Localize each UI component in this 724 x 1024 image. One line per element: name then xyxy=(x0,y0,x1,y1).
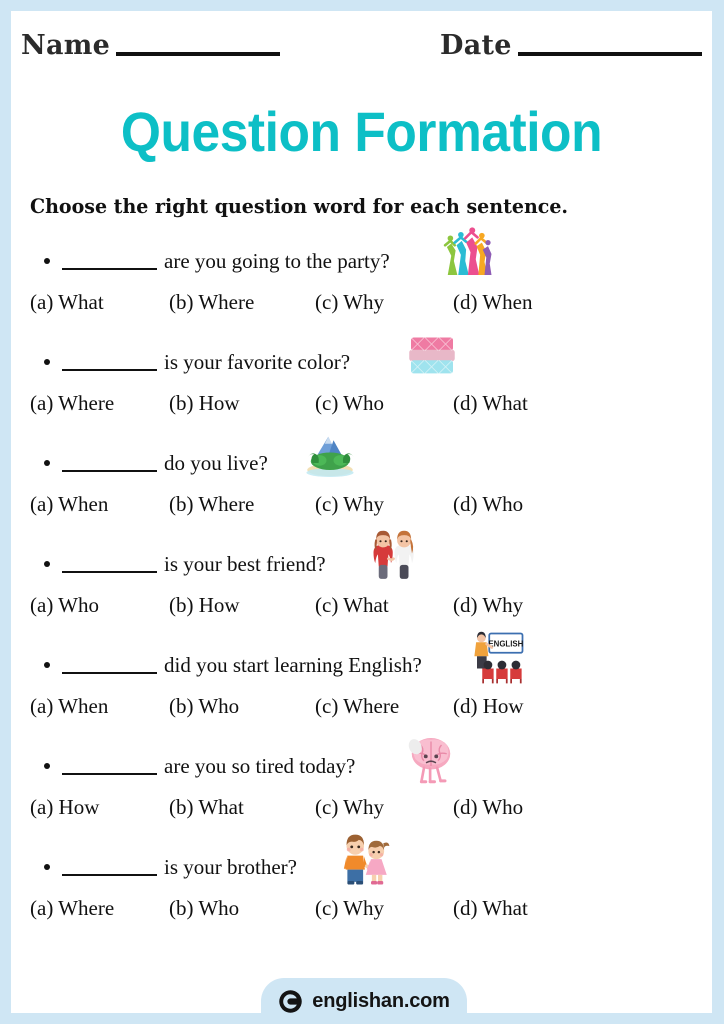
answer-blank[interactable] xyxy=(62,656,157,674)
question-text: do you live? xyxy=(164,451,268,475)
bullet-icon xyxy=(44,460,50,466)
question-block: did you start learning English? ENGLISH … xyxy=(11,631,712,741)
tired-brain-icon xyxy=(403,731,459,787)
bullet-icon xyxy=(44,359,50,365)
option-choice[interactable]: (c) Where xyxy=(315,693,399,719)
question-line: is your brother? xyxy=(44,850,297,884)
question-text: did you start learning English? xyxy=(164,653,422,677)
option-choice[interactable]: (a) What xyxy=(30,289,104,315)
option-row: (a) Where (b) Who (c) Why (d) What xyxy=(11,895,712,925)
option-choice[interactable]: (b) How xyxy=(169,390,240,416)
option-choice[interactable]: (c) Why xyxy=(315,794,384,820)
answer-blank[interactable] xyxy=(62,555,157,573)
option-choice[interactable]: (a) Where xyxy=(30,895,114,921)
answer-blank[interactable] xyxy=(62,757,157,775)
answer-blank[interactable] xyxy=(62,252,157,270)
option-choice[interactable]: (d) Why xyxy=(453,592,523,618)
option-choice[interactable]: (b) How xyxy=(169,592,240,618)
option-row: (a) When (b) Where (c) Why (d) Who xyxy=(11,491,712,521)
question-line: is your favorite color? xyxy=(44,345,350,379)
bullet-icon xyxy=(44,662,50,668)
option-choice[interactable]: (d) What xyxy=(453,895,528,921)
option-choice[interactable]: (c) Who xyxy=(315,390,384,416)
option-row: (a) How (b) What (c) Why (d) Who xyxy=(11,794,712,824)
question-line: do you live? xyxy=(44,446,268,480)
question-line: did you start learning English? xyxy=(44,648,422,682)
bullet-icon xyxy=(44,258,50,264)
question-text: are you so tired today? xyxy=(164,754,356,778)
date-write-line[interactable] xyxy=(517,52,702,56)
option-choice[interactable]: (a) Where xyxy=(30,390,114,416)
questions-list: are you going to the party? (a) What (b) … xyxy=(11,227,712,943)
name-label: Name xyxy=(21,30,111,61)
brother-sister-icon xyxy=(336,832,392,888)
option-choice[interactable]: (c) Why xyxy=(315,289,384,315)
page-title: Question Formation xyxy=(120,100,603,163)
answer-blank[interactable] xyxy=(62,353,157,371)
question-block: is your best friend? (a) Who (b) How (c) W… xyxy=(11,530,712,640)
answer-blank[interactable] xyxy=(62,454,157,472)
footer-brand-text: englishan.com xyxy=(312,990,450,1012)
question-text: is your best friend? xyxy=(164,552,326,576)
question-block: is your brother? (a) Where (b) Who (c) W… xyxy=(11,834,712,943)
bullet-icon xyxy=(44,561,50,567)
question-text: is your favorite color? xyxy=(164,350,351,374)
answer-blank[interactable] xyxy=(62,858,157,876)
option-choice[interactable]: (b) Where xyxy=(169,491,254,517)
party-dancers-icon xyxy=(439,226,495,282)
question-text: is your brother? xyxy=(164,855,297,879)
bullet-icon xyxy=(44,864,50,870)
option-choice[interactable]: (a) How xyxy=(30,794,99,820)
bullet-icon xyxy=(44,763,50,769)
date-label: Date xyxy=(440,30,512,61)
island-icon xyxy=(302,428,358,484)
worksheet-sheet: Name Date Question Formation Choose the … xyxy=(11,11,712,1013)
english-classroom-icon: ENGLISH xyxy=(470,630,526,686)
englishan-circle-logo-icon xyxy=(278,989,303,1014)
question-block: are you so tired today? (a) How (b) What(… xyxy=(11,738,712,842)
name-write-line[interactable] xyxy=(116,52,281,56)
option-choice[interactable]: (a) Who xyxy=(30,592,99,618)
worksheet-header: Name Date xyxy=(11,11,712,73)
option-choice[interactable]: (d) Who xyxy=(453,491,523,517)
question-block: is your favorite color? (a) Where (b) How… xyxy=(11,337,712,438)
color-swatches-icon xyxy=(404,327,460,383)
option-choice[interactable]: (b) What xyxy=(169,794,244,820)
option-choice[interactable]: (c) What xyxy=(315,592,389,618)
footer-brand-badge: englishan.com xyxy=(261,978,467,1013)
option-choice[interactable]: (b) Who xyxy=(169,693,239,719)
question-block: do you live? (a) When (b) Where (c) Why (d)… xyxy=(11,436,712,539)
question-block: are you going to the party? (a) What (b) … xyxy=(11,227,712,337)
option-row: (a) Who (b) How (c) What (d) Why xyxy=(11,592,712,622)
instruction-text: Choose the right question word for each … xyxy=(30,194,569,218)
option-choice[interactable]: (c) Why xyxy=(315,491,384,517)
question-line: is your best friend? xyxy=(44,547,326,581)
question-text: are you going to the party? xyxy=(164,249,390,273)
name-field[interactable]: Name xyxy=(21,30,281,61)
option-row: (a) Where (b) How (c) Who (d) What xyxy=(11,390,712,420)
option-row: (a) What (b) Where (c) Why (d) When xyxy=(11,289,712,319)
question-line: are you so tired today? xyxy=(44,749,355,783)
option-choice[interactable]: (d) Who xyxy=(453,794,523,820)
option-choice[interactable]: (a) When xyxy=(30,693,108,719)
question-line: are you going to the party? xyxy=(44,244,390,278)
svg-text:ENGLISH: ENGLISH xyxy=(488,640,523,649)
option-choice[interactable]: (b) Who xyxy=(169,895,239,921)
option-choice[interactable]: (c) Why xyxy=(315,895,384,921)
two-friends-icon xyxy=(363,529,419,585)
option-row: (a) When (b) Who (c) Where (d) How xyxy=(11,693,712,723)
worksheet-page-border: Name Date Question Formation Choose the … xyxy=(0,0,724,1024)
option-choice[interactable]: (d) How xyxy=(453,693,524,719)
date-field[interactable]: Date xyxy=(440,31,702,61)
option-choice[interactable]: (d) When xyxy=(453,289,533,315)
option-choice[interactable]: (b) Where xyxy=(169,289,254,315)
option-choice[interactable]: (d) What xyxy=(453,390,528,416)
option-choice[interactable]: (a) When xyxy=(30,491,108,517)
